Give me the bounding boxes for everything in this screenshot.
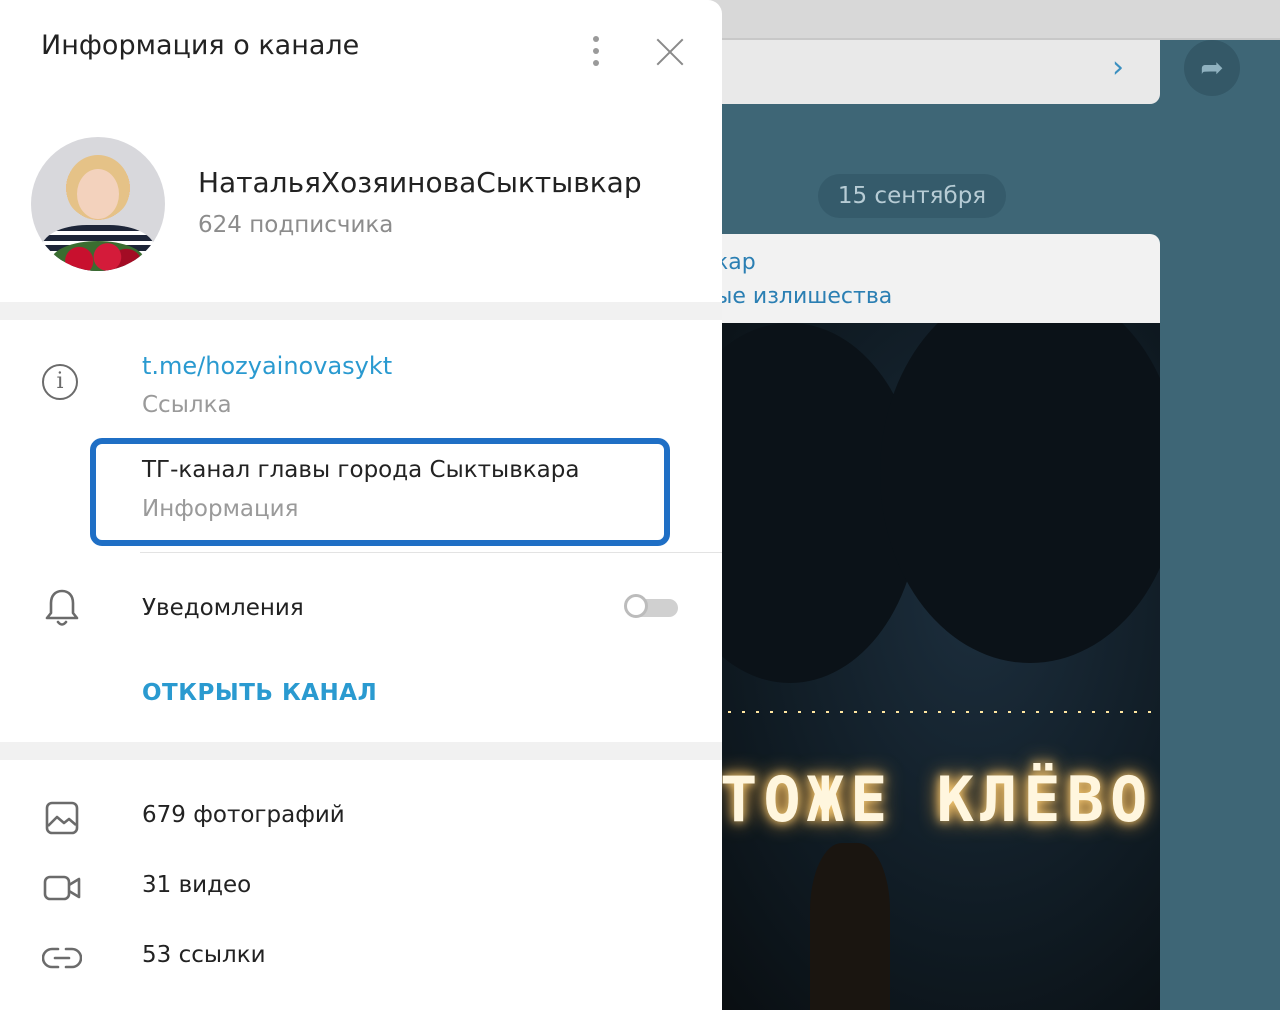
separator: [140, 552, 722, 553]
notifications-label: Уведомления: [142, 595, 304, 621]
date-badge: 15 сентября: [818, 174, 1006, 218]
subscriber-count: 624 подписчика: [198, 212, 394, 238]
photo-icon: [45, 801, 79, 835]
channel-name: НатальяХозяиноваСыктывкар: [198, 166, 642, 199]
section-divider: [0, 742, 722, 760]
media-label: 53 ссылки: [142, 942, 266, 968]
pinned-message-bar[interactable]: [700, 40, 1160, 104]
message-title: ые излишества: [715, 284, 893, 309]
channel-link[interactable]: t.me/hozyainovasykt: [142, 352, 392, 380]
channel-info-panel: Информация о канале НатальяХозяиноваСыкт…: [0, 0, 722, 1010]
notifications-toggle[interactable]: [624, 592, 680, 622]
media-row-photos[interactable]: 679 фотографий: [0, 788, 722, 848]
channel-link-label: Ссылка: [142, 392, 232, 418]
avatar[interactable]: [31, 137, 165, 271]
channel-description: ТГ-канал главы города Сыктывкара: [142, 457, 580, 483]
message-photo[interactable]: ТОЖЕ КЛЁВО: [700, 323, 1160, 1010]
highlight-box: [90, 438, 670, 546]
chevron-right-icon[interactable]: ›: [1112, 50, 1124, 85]
chat-top-bar: [700, 0, 1280, 40]
channel-description-label: Информация: [142, 496, 299, 522]
media-label: 679 фотографий: [142, 802, 345, 828]
link-icon: [42, 947, 82, 969]
close-icon[interactable]: [654, 36, 686, 68]
section-divider: [0, 302, 722, 320]
garland-lights: [700, 711, 1160, 713]
media-row-links[interactable]: 53 ссылки: [0, 928, 722, 988]
panel-title: Информация о канале: [41, 30, 360, 61]
bell-icon: [45, 589, 79, 626]
more-vertical-icon[interactable]: [584, 34, 608, 68]
photo-person: [810, 843, 890, 1010]
media-row-videos[interactable]: 31 видео: [0, 858, 722, 918]
share-icon[interactable]: ➦: [1184, 40, 1240, 96]
photo-sign: ТОЖЕ КЛЁВО: [720, 763, 1154, 836]
open-channel-button[interactable]: ОТКРЫТЬ КАНАЛ: [142, 680, 377, 706]
message-header: [700, 234, 1160, 324]
media-label: 31 видео: [142, 872, 252, 898]
info-icon: i: [42, 364, 78, 400]
video-icon: [43, 875, 81, 901]
